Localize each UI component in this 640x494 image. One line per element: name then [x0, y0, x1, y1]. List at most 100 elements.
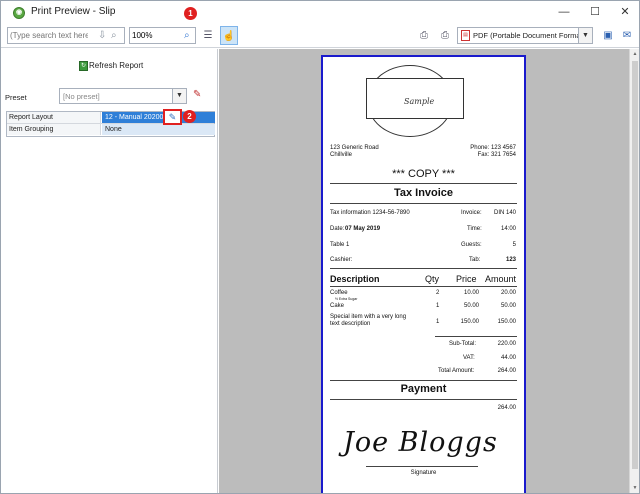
scroll-up-icon[interactable]: ▲	[631, 51, 639, 57]
item-note: ½ Extra Sugar	[335, 297, 358, 301]
signature-line	[366, 466, 478, 467]
save-button[interactable]: ▣	[599, 26, 617, 45]
find-next-icon[interactable]: ⇩	[98, 29, 106, 43]
report-options-panel: ↻ Refresh Report Preset [No preset] ▼ ✎ R…	[1, 49, 218, 493]
printer-icon: ⎙	[420, 30, 428, 41]
property-key: Item Grouping	[7, 124, 101, 135]
window-title: Print Preview - Slip	[31, 6, 116, 17]
property-value[interactable]: None	[102, 124, 215, 135]
tab-label: Tab:	[469, 257, 481, 263]
item-qty: 1	[436, 319, 440, 325]
edit-layout-button[interactable]: ✎	[163, 109, 182, 125]
item-amount: 50.00	[500, 303, 516, 309]
tax-info: Tax information 1234-56-7890	[330, 210, 410, 216]
print-options-button[interactable]: ☝	[220, 26, 238, 45]
pencil-icon: ✎	[168, 112, 177, 122]
signature-image: Joe Bloggs	[343, 427, 498, 458]
vat-label: VAT:	[463, 355, 475, 361]
fax: Fax: 321 7654	[477, 152, 516, 158]
maximize-button[interactable]: ☐	[580, 3, 610, 21]
divider	[330, 268, 517, 269]
item-description-line-2: text description	[330, 321, 371, 327]
floppy-disk-icon: ▣	[603, 30, 613, 41]
item-description: Special item with a very long	[330, 314, 407, 320]
refresh-label: Refresh Report	[89, 61, 144, 71]
payment-value: 264.00	[497, 405, 516, 411]
invoice-value: DIN 140	[493, 210, 516, 216]
divider	[330, 380, 517, 381]
cashier-label: Cashier:	[330, 257, 353, 263]
grid-row: Item Grouping None	[7, 124, 215, 136]
divider	[330, 183, 517, 184]
subtotal-value: 220.00	[497, 341, 516, 347]
quick-print-button[interactable]: ⎙	[436, 26, 454, 45]
hand-pointer-icon: ☝	[222, 31, 236, 42]
col-amount: Amount	[484, 274, 516, 284]
step-marker-2: 2	[183, 110, 196, 123]
address-line-2: Chillville	[330, 152, 353, 158]
payment-heading: Payment	[400, 383, 447, 395]
zoom-search-icon[interactable]: ⌕	[184, 29, 190, 43]
vertical-scrollbar[interactable]: ▲ ▼	[629, 49, 639, 493]
title-bar: ◉ Print Preview - Slip 1 — ☐ ✕	[1, 1, 639, 23]
guests-label: Guests:	[461, 242, 482, 248]
chevron-down-icon[interactable]: ▼	[172, 89, 186, 103]
item-price: 10.00	[463, 290, 479, 296]
search-icon[interactable]: ⌕	[111, 29, 117, 43]
tab-value: 123	[505, 257, 516, 263]
divider	[330, 203, 517, 204]
invoice-heading: Tax Invoice	[393, 187, 454, 199]
logo-text: Sample	[404, 97, 435, 106]
app-icon: ◉	[13, 7, 25, 19]
item-amount: 20.00	[500, 290, 516, 296]
total-label: Total Amount:	[438, 368, 475, 374]
scroll-thumb[interactable]	[632, 61, 638, 469]
search-box: ⇩ ⌕	[7, 27, 125, 44]
copy-label: *** COPY ***	[392, 168, 455, 180]
divider	[435, 336, 517, 337]
print-button[interactable]: ⎙	[415, 26, 433, 45]
invoice-label: Invoice:	[461, 210, 482, 216]
item-price: 150.00	[460, 319, 479, 325]
vat-value: 44.00	[500, 355, 516, 361]
col-price: Price	[456, 274, 477, 284]
close-button[interactable]: ✕	[610, 3, 639, 21]
time-value: 14:00	[500, 226, 516, 232]
preset-label: Preset	[5, 93, 27, 102]
printer-setup-icon: ⎙	[441, 30, 449, 41]
item-description: Coffee	[330, 290, 348, 296]
printer-select[interactable]: ▤ PDF (Portable Document Format) ▼	[457, 27, 593, 44]
property-value[interactable]: 12 - Manual 20200	[102, 112, 215, 123]
table-number: Table 1	[330, 242, 350, 248]
toolbar: ⇩ ⌕ ⌕ ☰ ☝ ⎙ ⎙ ▤ PDF (Portable Document F…	[1, 23, 639, 48]
edit-preset-icon[interactable]: ✎	[193, 88, 207, 102]
receipt-page: Sample 123 Generic Road Chillville Phone…	[321, 55, 526, 493]
subtotal-label: Sub-Total:	[449, 341, 477, 347]
item-qty: 2	[436, 290, 440, 296]
preset-select[interactable]: [No preset] ▼	[59, 88, 187, 104]
search-input[interactable]	[8, 28, 88, 43]
email-button[interactable]: ✉	[618, 26, 636, 45]
signature-label: Signature	[410, 470, 437, 476]
divider	[330, 399, 517, 400]
col-qty: Qty	[425, 274, 440, 284]
item-description: Cake	[330, 303, 345, 309]
col-description: Description	[330, 274, 380, 284]
page-list-icon: ☰	[203, 30, 213, 41]
item-qty: 1	[436, 303, 440, 309]
zoom-box: ⌕	[129, 27, 196, 44]
scroll-down-icon[interactable]: ▼	[631, 485, 639, 491]
page-layout-button[interactable]: ☰	[199, 26, 217, 45]
zoom-input[interactable]	[130, 28, 180, 43]
step-marker-1: 1	[184, 7, 197, 20]
total-value: 264.00	[497, 368, 516, 374]
minimize-button[interactable]: —	[549, 3, 579, 21]
date-value: 07 May 2019	[345, 226, 381, 232]
refresh-report-button[interactable]: ↻ Refresh Report	[79, 61, 143, 76]
divider	[330, 286, 517, 287]
chevron-down-icon[interactable]: ▼	[578, 28, 592, 43]
phone: Phone: 123 4567	[470, 145, 516, 151]
address-line-1: 123 Generic Road	[330, 145, 379, 151]
time-label: Time:	[467, 226, 482, 232]
refresh-icon: ↻	[79, 61, 88, 71]
